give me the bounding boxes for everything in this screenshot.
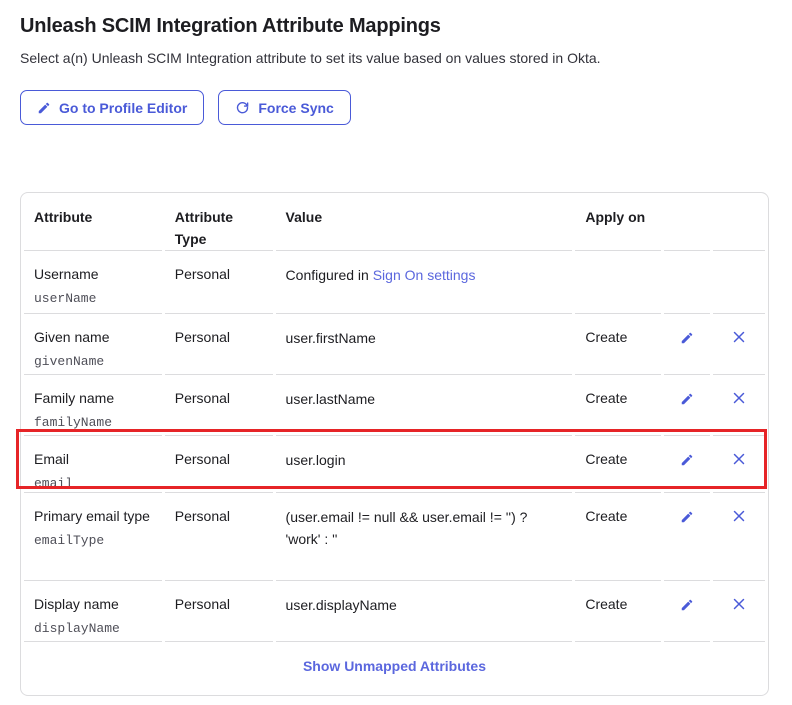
edit-mapping-button[interactable] — [678, 596, 696, 614]
attribute-value: user.lastName — [276, 375, 573, 436]
attribute-variable: userName — [34, 291, 152, 307]
attribute-type: Personal — [165, 314, 273, 375]
close-icon — [733, 392, 745, 407]
apply-on-value: Create — [575, 493, 661, 581]
sign-on-settings-link[interactable]: Sign On settings — [373, 267, 476, 283]
attribute-label: Email — [34, 449, 152, 469]
table-row-email: Email email Personal user.login Create — [24, 436, 765, 493]
column-header-value: Value — [276, 193, 573, 251]
pencil-icon — [680, 600, 694, 615]
edit-mapping-button[interactable] — [678, 508, 696, 526]
table-footer-row: Show Unmapped Attributes — [24, 642, 765, 695]
attribute-value: user.firstName — [276, 314, 573, 375]
remove-mapping-button[interactable] — [731, 508, 747, 524]
attribute-value: user.displayName — [276, 581, 573, 642]
pencil-icon — [680, 394, 694, 409]
show-unmapped-attributes-button[interactable]: Show Unmapped Attributes — [303, 658, 486, 674]
go-to-profile-editor-label: Go to Profile Editor — [59, 100, 187, 116]
remove-mapping-button[interactable] — [731, 390, 747, 406]
pencil-icon — [680, 455, 694, 470]
table-row-given-name: Given name givenName Personal user.first… — [24, 314, 765, 375]
page-title: Unleash SCIM Integration Attribute Mappi… — [20, 14, 772, 38]
refresh-icon — [235, 100, 250, 115]
remove-mapping-button[interactable] — [731, 451, 747, 467]
column-header-actions — [713, 193, 765, 251]
value-prefix: Configured in — [286, 267, 373, 283]
remove-mapping-button[interactable] — [731, 329, 747, 345]
table-header-row: Attribute Attribute Type Value Apply on — [24, 193, 765, 251]
remove-mapping-button[interactable] — [731, 596, 747, 612]
apply-on-value: Create — [575, 581, 661, 642]
column-header-attribute: Attribute — [24, 193, 162, 251]
attribute-type: Personal — [165, 436, 273, 493]
pencil-icon — [37, 101, 51, 115]
attribute-label: Display name — [34, 594, 152, 614]
attribute-variable: displayName — [34, 621, 152, 637]
attribute-type: Personal — [165, 493, 273, 581]
attribute-variable: familyName — [34, 415, 152, 431]
attribute-value: user.login — [276, 436, 573, 493]
table-row-display-name: Display name displayName Personal user.d… — [24, 581, 765, 642]
go-to-profile-editor-button[interactable]: Go to Profile Editor — [20, 90, 204, 125]
table-row-primary-email-type: Primary email type emailType Personal (u… — [24, 493, 765, 581]
apply-on-value: Create — [575, 436, 661, 493]
force-sync-button[interactable]: Force Sync — [218, 90, 350, 125]
attribute-label: Family name — [34, 388, 152, 408]
edit-mapping-button[interactable] — [678, 390, 696, 408]
apply-on-value: Create — [575, 314, 661, 375]
attribute-type: Personal — [165, 581, 273, 642]
attribute-label: Given name — [34, 327, 152, 347]
attribute-variable: email — [34, 476, 152, 492]
table-row-username: Username userName Personal Configured in… — [24, 251, 765, 314]
attribute-type: Personal — [165, 251, 273, 314]
close-icon — [733, 510, 745, 525]
attribute-label: Username — [34, 264, 152, 284]
attribute-mappings-page: Unleash SCIM Integration Attribute Mappi… — [0, 0, 792, 696]
attribute-value: (user.email != null && user.email != '')… — [276, 493, 573, 581]
apply-on-value — [575, 251, 661, 314]
attribute-type: Personal — [165, 375, 273, 436]
close-icon — [733, 331, 745, 346]
edit-mapping-button[interactable] — [678, 329, 696, 347]
attribute-value: Configured in Sign On settings — [276, 251, 573, 314]
column-header-actions — [664, 193, 710, 251]
pencil-icon — [680, 512, 694, 527]
close-icon — [733, 453, 745, 468]
table-row-family-name: Family name familyName Personal user.las… — [24, 375, 765, 436]
force-sync-label: Force Sync — [258, 100, 333, 116]
attribute-variable: emailType — [34, 533, 152, 549]
close-icon — [733, 598, 745, 613]
toolbar: Go to Profile Editor Force Sync — [20, 90, 772, 125]
attribute-mappings-table: Attribute Attribute Type Value Apply on … — [20, 192, 769, 696]
apply-on-value: Create — [575, 375, 661, 436]
column-header-attribute-type: Attribute Type — [165, 193, 273, 251]
attribute-label: Primary email type — [34, 506, 152, 526]
pencil-icon — [680, 333, 694, 348]
attribute-variable: givenName — [34, 354, 152, 370]
page-subtitle: Select a(n) Unleash SCIM Integration att… — [20, 50, 772, 67]
column-header-apply-on: Apply on — [575, 193, 661, 251]
edit-mapping-button[interactable] — [678, 451, 696, 469]
